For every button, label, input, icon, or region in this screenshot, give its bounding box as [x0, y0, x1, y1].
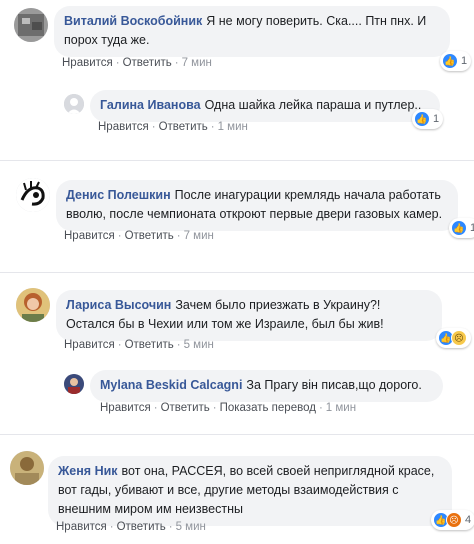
like-link[interactable]: Нравится — [64, 339, 115, 351]
comment-bubble: Денис Полешкин После инагурации кремлядь … — [56, 180, 458, 231]
sad-face-icon: ☹ — [451, 330, 467, 346]
comment-actions: Нравится · Ответить · 7 мин — [62, 57, 212, 69]
comment-actions: Нравится · Ответить · 1 мин — [98, 121, 248, 133]
reply-link[interactable]: Ответить — [117, 521, 166, 533]
avatar[interactable] — [64, 94, 84, 114]
avatar-photo-icon — [14, 8, 48, 42]
comment-bubble: Женя Ник вот она, РАССЕЯ, во всей своей н… — [48, 456, 452, 526]
comment-author[interactable]: Mylana Beskid Calcagni — [100, 378, 242, 392]
comment-author[interactable]: Галина Иванова — [100, 98, 201, 112]
reaction-summary[interactable]: 👍 ☹ 4 — [431, 510, 474, 530]
avatar[interactable] — [16, 288, 50, 322]
like-link[interactable]: Нравится — [64, 230, 115, 242]
thumbs-up-icon: 👍 — [414, 111, 430, 127]
comment-author[interactable]: Женя Ник — [58, 464, 118, 478]
comment-bubble: Mylana Beskid Calcagni За Прагу він писав… — [90, 370, 443, 402]
reaction-summary[interactable]: 👍 1 — [440, 51, 472, 71]
reply-link[interactable]: Ответить — [161, 402, 210, 414]
divider — [0, 434, 474, 435]
avatar-photo-icon — [16, 288, 50, 322]
reaction-count: 1 — [470, 222, 474, 234]
like-link[interactable]: Нравится — [100, 402, 151, 414]
reaction-count: 4 — [465, 514, 472, 526]
divider — [0, 160, 474, 161]
divider — [0, 272, 474, 273]
avatar-drawing-icon — [16, 178, 50, 212]
comment-time[interactable]: 5 мин — [176, 521, 206, 533]
avatar-photo-icon — [10, 451, 44, 485]
comment-bubble: Лариса Высочин Зачем было приезжать в Укр… — [56, 290, 442, 341]
comment-author[interactable]: Денис Полешкин — [66, 188, 171, 202]
reaction-summary[interactable]: 👍 ☹ — [436, 328, 471, 348]
angry-face-icon: ☹ — [446, 512, 462, 528]
comment-time[interactable]: 1 мин — [218, 121, 248, 133]
comment-author[interactable]: Лариса Высочин — [66, 298, 171, 312]
reaction-count: 1 — [461, 55, 468, 67]
avatar[interactable] — [64, 374, 84, 394]
reply-link[interactable]: Ответить — [123, 57, 172, 69]
show-translation-link[interactable]: Показать перевод — [220, 402, 316, 414]
comment-actions: Нравится · Ответить · 5 мин — [64, 339, 214, 351]
comment-time[interactable]: 5 мин — [184, 339, 214, 351]
comment-actions: Нравится · Ответить · Показать перевод · 1 мин — [100, 402, 357, 414]
comment-bubble: Галина Иванова Одна шайка лейка параша и … — [90, 90, 440, 122]
reaction-summary[interactable]: 👍 1 — [449, 218, 474, 238]
reply-link[interactable]: Ответить — [125, 339, 174, 351]
reaction-count: 1 — [433, 113, 440, 125]
avatar[interactable] — [14, 8, 48, 42]
avatar[interactable] — [16, 178, 50, 212]
reply-link[interactable]: Ответить — [125, 230, 174, 242]
like-link[interactable]: Нравится — [62, 57, 113, 69]
default-avatar-icon — [64, 94, 84, 114]
comment-time[interactable]: 7 мин — [182, 57, 212, 69]
comment-actions: Нравится · Ответить · 5 мин — [56, 521, 206, 533]
avatar-photo-icon — [64, 374, 84, 394]
comment-text: За Прагу він писав,що дорого. — [246, 378, 422, 392]
thumbs-up-icon: 👍 — [451, 220, 467, 236]
comment-actions: Нравится · Ответить · 7 мин — [64, 230, 214, 242]
comment-author[interactable]: Виталий Воскобойник — [64, 14, 202, 28]
comment-text: Одна шайка лейка параша и путлер.. — [204, 98, 422, 112]
comment-time[interactable]: 7 мин — [184, 230, 214, 242]
reply-link[interactable]: Ответить — [159, 121, 208, 133]
like-link[interactable]: Нравится — [56, 521, 107, 533]
comment-time[interactable]: 1 мин — [326, 402, 356, 414]
thumbs-up-icon: 👍 — [442, 53, 458, 69]
comment-bubble: Виталий Воскобойник Я не могу поверить. С… — [54, 6, 450, 57]
reaction-summary[interactable]: 👍 1 — [412, 109, 444, 129]
avatar[interactable] — [10, 451, 44, 485]
like-link[interactable]: Нравится — [98, 121, 149, 133]
